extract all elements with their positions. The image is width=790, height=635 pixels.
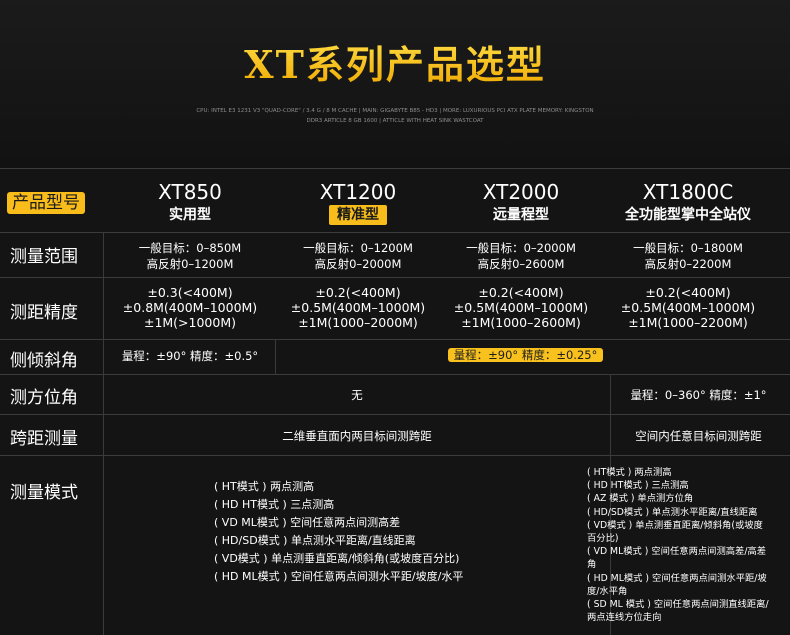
accuracy-cell: ±0.2(<400M) ±0.5M(400M–1000M) ±1M(1000–2… bbox=[275, 285, 441, 330]
mode-item: ( HT模式 ) 两点测高 bbox=[214, 480, 315, 493]
label-range: 测量范围 bbox=[10, 247, 78, 267]
model-type: 全功能型掌中全站仪 bbox=[625, 207, 751, 223]
mode-item: ( VD模式 ) 单点测垂直距离/倾斜角(或坡度 bbox=[587, 519, 763, 531]
range-cell: 一般目标：0–2000M 高反射0–2600M bbox=[441, 240, 601, 272]
model-name: XT1200 bbox=[319, 180, 397, 204]
tilt-cell-basic: 量程：±90° 精度：±0.5° bbox=[121, 349, 259, 363]
model-type: 实用型 bbox=[169, 207, 211, 223]
spec-subtitle-line-2: DDR3 ARTICLE 8 GB 1600 | ATTICLE WITH HE… bbox=[306, 118, 484, 124]
mode-item: ( VD ML模式 ) 空间任意两点间测高差 bbox=[214, 516, 401, 529]
accuracy-mid: ±0.8M(400M–1000M) bbox=[122, 300, 258, 315]
accuracy-mid: ±0.5M(400M–1000M) bbox=[453, 300, 589, 315]
mode-item: ( HD ML模式 ) 空间任意两点间测水平距/坡度/水平 bbox=[214, 570, 464, 583]
mode-list-full: ( HT模式 ) 两点测高 ( HD HT模式 ) 三点测高 ( AZ 模式 )… bbox=[587, 466, 769, 624]
accuracy-long: ±1M(1000–2000M) bbox=[298, 315, 418, 330]
row-divider bbox=[0, 339, 790, 340]
mode-item: 度/水平角 bbox=[587, 585, 628, 597]
model-name: XT2000 bbox=[482, 180, 560, 204]
span-cell-2d: 二维垂直面内两目标间测跨距 bbox=[282, 429, 432, 443]
label-accuracy: 测距精度 bbox=[10, 303, 78, 323]
accuracy-long: ±1M(1000–2600M) bbox=[461, 315, 581, 330]
accuracy-long: ±1M(>1000M) bbox=[143, 315, 237, 330]
range-normal: 一般目标：0–850M bbox=[138, 241, 242, 255]
label-span: 跨距测量 bbox=[10, 429, 78, 449]
range-normal: 一般目标：0–1200M bbox=[303, 241, 413, 255]
mode-item: ( SD ML 模式 ) 空间任意两点间测直线距离/ bbox=[587, 599, 769, 611]
azimuth-cell-none: 无 bbox=[351, 388, 363, 402]
range-reflective: 高反射0–1200M bbox=[146, 257, 234, 271]
accuracy-short: ±0.2(<400M) bbox=[645, 285, 731, 300]
model-name: XT850 bbox=[158, 180, 222, 204]
mode-item: 百分比) bbox=[587, 533, 619, 545]
mode-item: ( VD模式 ) 单点测垂直距离/倾斜角(或坡度百分比) bbox=[214, 552, 460, 565]
range-reflective: 高反射0–2600M bbox=[477, 257, 565, 271]
mode-item: ( HT模式 ) 两点测高 bbox=[587, 467, 672, 478]
accuracy-long: ±1M(1000–2200M) bbox=[628, 315, 748, 330]
row-divider bbox=[0, 374, 790, 375]
label-tilt: 侧倾斜角 bbox=[10, 351, 78, 371]
span-cell-3d: 空间内任意目标间测跨距 bbox=[635, 429, 762, 443]
mode-item: 角 bbox=[587, 559, 597, 571]
page-title: XT系列产品选型 bbox=[0, 34, 790, 89]
accuracy-cell: ±0.2(<400M) ±0.5M(400M–1000M) ±1M(1000–2… bbox=[601, 285, 775, 330]
mode-list-basic: ( HT模式 ) 两点测高 ( HD HT模式 ) 三点测高 ( VD ML模式… bbox=[214, 478, 463, 586]
row-divider bbox=[0, 277, 790, 278]
model-col-2: XT1200 精准型 bbox=[275, 180, 441, 225]
accuracy-mid: ±0.5M(400M–1000M) bbox=[290, 300, 426, 315]
row-divider bbox=[0, 455, 790, 456]
mode-item: 两点连线方位走向 bbox=[587, 612, 662, 624]
model-col-4: XT1800C 全功能型掌中全站仪 bbox=[601, 180, 775, 225]
azimuth-cell-full: 量程：0–360° 精度：±1° bbox=[630, 388, 767, 402]
label-model: 产品型号 bbox=[7, 188, 85, 214]
mode-item: ( HD/SD模式 ) 单点测水平距离/直线距离 bbox=[587, 506, 758, 518]
mode-item: ( HD/SD模式 ) 单点测水平距离/直线距离 bbox=[214, 534, 416, 547]
model-type: 远量程型 bbox=[493, 207, 549, 223]
accuracy-short: ±0.3(<400M) bbox=[147, 285, 233, 300]
range-normal: 一般目标：0–2000M bbox=[466, 241, 576, 255]
range-normal: 一般目标：0–1800M bbox=[633, 241, 743, 255]
accuracy-short: ±0.2(<400M) bbox=[478, 285, 564, 300]
row-divider bbox=[0, 414, 790, 415]
accuracy-cell: ±0.2(<400M) ±0.5M(400M–1000M) ±1M(1000–2… bbox=[441, 285, 601, 330]
accuracy-cell: ±0.3(<400M) ±0.8M(400M–1000M) ±1M(>1000M… bbox=[105, 285, 275, 330]
row-divider bbox=[0, 232, 790, 233]
accuracy-mid: ±0.5M(400M–1000M) bbox=[620, 300, 756, 315]
label-azimuth: 测方位角 bbox=[10, 388, 78, 408]
tilt-cell-precise: 量程：±90° 精度：±0.25° bbox=[276, 347, 775, 363]
model-col-1: XT850 实用型 bbox=[105, 180, 275, 225]
range-cell: 一般目标：0–850M 高反射0–1200M bbox=[105, 240, 275, 272]
mode-item: ( AZ 模式 ) 单点测方位角 bbox=[587, 493, 694, 505]
label-mode: 测量模式 bbox=[10, 483, 78, 503]
range-cell: 一般目标：0–1200M 高反射0–2000M bbox=[275, 240, 441, 272]
mode-item: ( VD ML模式 ) 空间任意两点间测高差/高差 bbox=[587, 546, 767, 558]
model-col-3: XT2000 远量程型 bbox=[441, 180, 601, 225]
spec-subtitle-line-1: CPU: INTEL E3 1231 V3 "QUAD-CORE" / 3.4 … bbox=[196, 108, 594, 114]
model-name: XT1800C bbox=[642, 180, 734, 204]
mode-item: ( HD ML模式 ) 空间任意两点间测水平距/坡 bbox=[587, 572, 767, 584]
model-type-highlighted: 精准型 bbox=[329, 205, 387, 225]
row-divider bbox=[0, 168, 790, 169]
tilt-highlight: 量程：±90° 精度：±0.25° bbox=[447, 348, 604, 362]
range-reflective: 高反射0–2200M bbox=[644, 257, 732, 271]
accuracy-short: ±0.2(<400M) bbox=[315, 285, 401, 300]
mode-item: ( HD HT模式 ) 三点测高 bbox=[587, 480, 689, 492]
range-cell: 一般目标：0–1800M 高反射0–2200M bbox=[601, 240, 775, 272]
range-reflective: 高反射0–2000M bbox=[314, 257, 402, 271]
mode-item: ( HD HT模式 ) 三点测高 bbox=[214, 498, 335, 511]
